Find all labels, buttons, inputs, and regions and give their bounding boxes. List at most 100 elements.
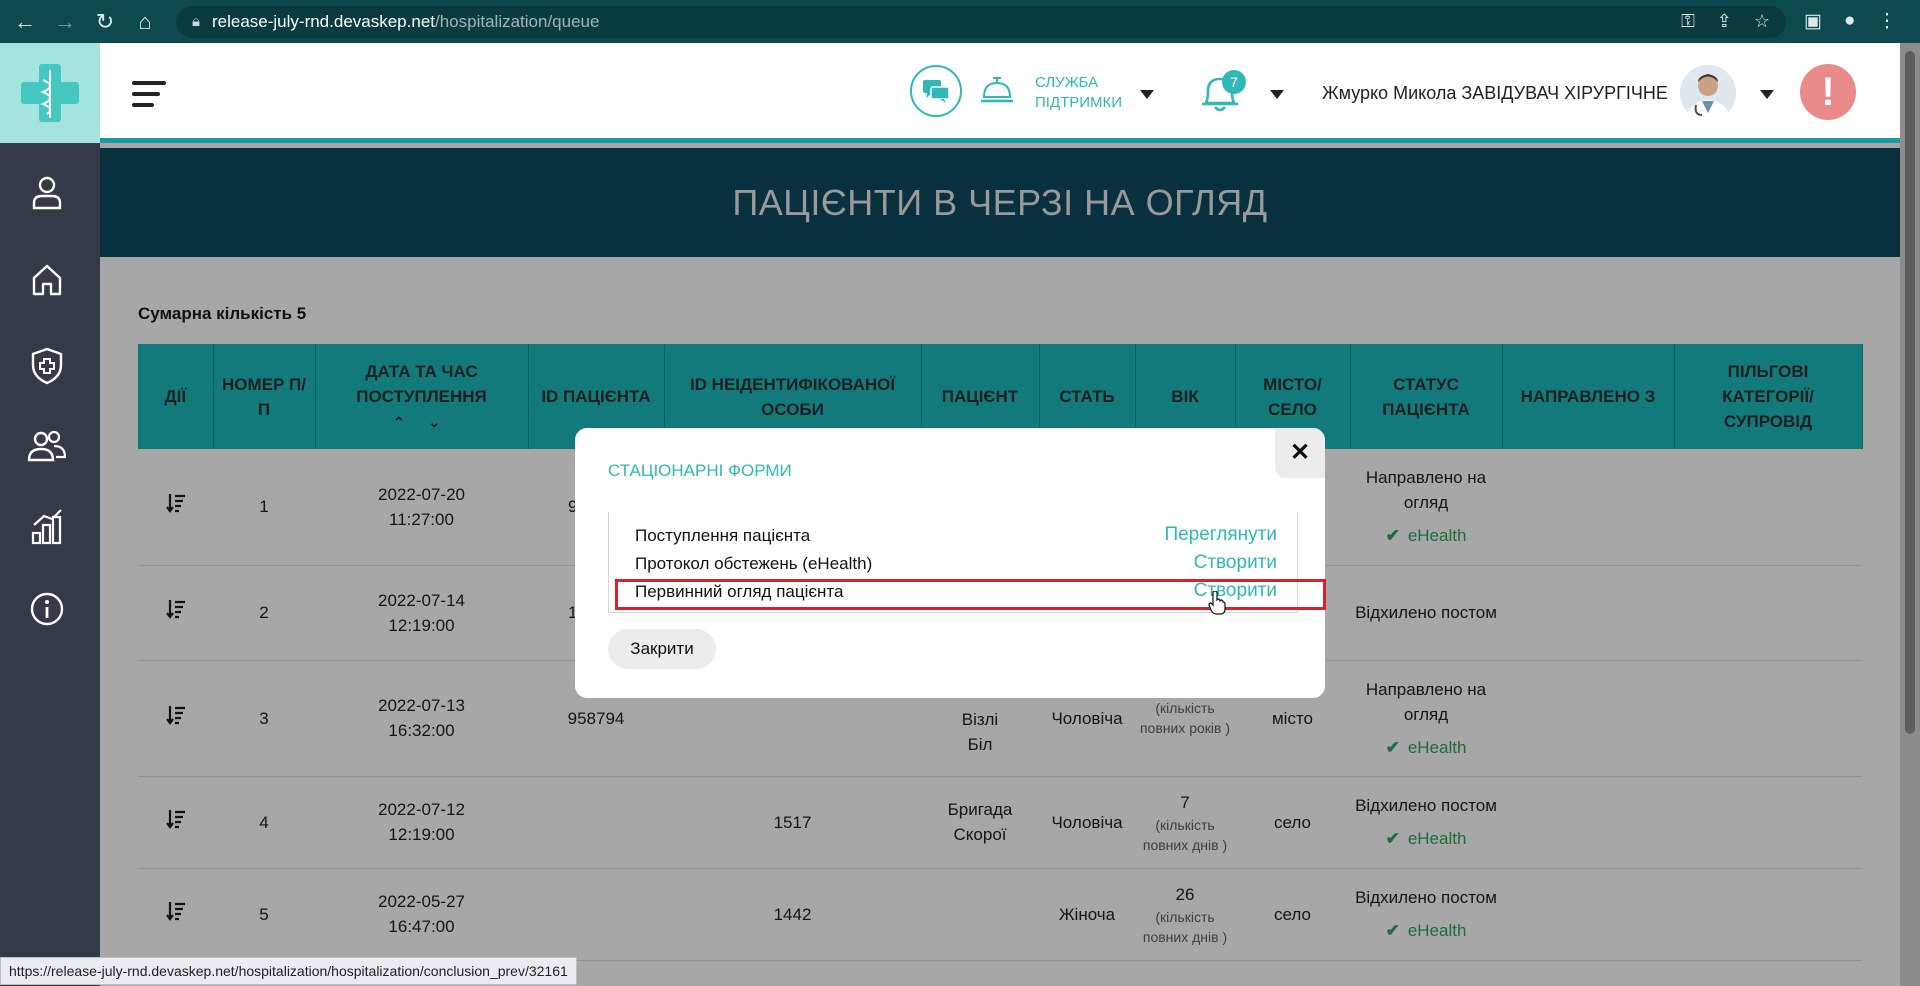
cell-benefits [1674, 868, 1862, 961]
cell-status: Відхилено постом [1350, 565, 1502, 661]
cell-number: 1 [213, 449, 315, 566]
cell-place: село [1235, 868, 1350, 961]
cell-patient-id [528, 776, 664, 869]
modal-close-icon[interactable]: ✕ [1275, 428, 1325, 478]
page-banner: ПАЦІЄНТИ В ЧЕРЗІ НА ОГЛЯД [100, 148, 1900, 257]
cell-date: 2022-07-12 12:19:00 [315, 776, 528, 869]
sidebar-item-info[interactable] [22, 584, 72, 634]
url-path: /hospitalization/queue [435, 11, 600, 31]
sidebar-item-insurance[interactable] [22, 341, 72, 391]
cell-unidentified-id: 1517 [664, 776, 921, 869]
sidebar [0, 143, 100, 986]
row-actions-icon[interactable] [138, 776, 213, 869]
sidebar-item-statistics[interactable] [22, 501, 72, 551]
sidebar-item-profile[interactable] [22, 168, 72, 218]
row-actions-icon[interactable] [138, 660, 213, 777]
user-icon [32, 176, 62, 210]
col-header-referred-from: НАПРАВЛЕНО З [1502, 344, 1675, 449]
alert-button[interactable]: ! [1800, 64, 1856, 120]
cell-benefits [1674, 776, 1862, 869]
home-icon[interactable]: ⌂ [134, 9, 156, 35]
view-admission-link[interactable]: Переглянути [1164, 524, 1277, 546]
modal-title: СТАЦІОНАРНІ ФОРМИ [608, 461, 792, 480]
cell-status: Направлено на огляд ✔ eHealth [1350, 449, 1502, 566]
cell-referred-from [1502, 660, 1674, 777]
support-label[interactable]: СЛУЖБА ПІДТРИМКИ [1035, 73, 1135, 113]
cell-patient: Бригада Скорої [921, 776, 1039, 869]
chat-button[interactable] [910, 65, 962, 117]
check-icon: ✔ [1385, 921, 1400, 940]
back-icon[interactable]: ← [14, 9, 36, 35]
address-bar[interactable]: 🔒︎ release-july-rnd.devaskep.net/hospita… [176, 5, 1786, 38]
support-bell-icon[interactable] [980, 75, 1014, 110]
scrollbar-thumb[interactable] [1905, 51, 1915, 734]
form-row-examinations: Протокол обстежень (eHealth) Створити [635, 552, 1277, 574]
ehealth-status: ✔ eHealth [1385, 921, 1467, 940]
cell-number: 2 [213, 565, 315, 661]
page-scrollbar[interactable] [1900, 43, 1920, 986]
table-row: 5 2022-05-27 16:47:00 1442 Жіноча 26 (кіль… [138, 868, 1862, 961]
reload-icon[interactable]: ↻ [94, 9, 116, 35]
menu-dots-icon[interactable]: ⋮ [1877, 10, 1896, 33]
cell-date: 2022-07-13 16:32:00 [315, 660, 528, 777]
home-icon [32, 264, 62, 296]
row-actions-icon[interactable] [138, 868, 213, 961]
cell-benefits [1674, 449, 1862, 566]
cell-unidentified-id: 1442 [664, 868, 921, 961]
patients-icon [27, 430, 67, 462]
info-icon [30, 592, 64, 626]
col-header-benefit-categories: ПІЛЬГОВІ КАТЕГОРІЇ/ СУПРОВІД [1674, 344, 1863, 449]
cell-date: 2022-05-27 16:47:00 [315, 868, 528, 961]
cell-status: Відхилено постом ✔ eHealth [1350, 868, 1502, 961]
col-header-date[interactable]: ДАТА ТА ЧАС ПОСТУПЛЕННЯ ⌃ ⌄ [315, 344, 529, 449]
chat-icon [923, 80, 950, 103]
cell-benefits [1674, 565, 1862, 661]
sidepanel-icon[interactable]: ▣ [1804, 10, 1822, 33]
cell-age: 26 (кількість повних днів ) [1135, 868, 1235, 961]
browser-toolbar: ← → ↻ ⌂ 🔒︎ release-july-rnd.devaskep.net… [0, 0, 1920, 43]
cell-benefits [1674, 660, 1862, 777]
profile-icon[interactable]: ● [1844, 10, 1855, 33]
page-title: ПАЦІЄНТИ В ЧЕРЗІ НА ОГЛЯД [732, 181, 1268, 223]
cell-age: 7 (кількість повних днів ) [1135, 776, 1235, 869]
cell-status: Направлено на огляд ✔ eHealth [1350, 660, 1502, 777]
sidebar-item-patients[interactable] [22, 421, 72, 471]
status-bar-url: https://release-july-rnd.devaskep.net/ho… [0, 957, 577, 985]
cell-number: 5 [213, 868, 315, 961]
medical-cross-logo-icon [21, 64, 79, 122]
check-icon: ✔ [1385, 737, 1400, 757]
key-icon[interactable]: ⚿ [1681, 11, 1695, 32]
forward-icon[interactable]: → [54, 9, 76, 35]
form-row-admission: Поступлення пацієнта Переглянути [635, 524, 1277, 546]
cell-sex: Чоловіча [1039, 776, 1135, 869]
user-name[interactable]: Жмурко Микола ЗАВІДУВАЧ ХІРУРГІЧНЕ [1322, 83, 1668, 104]
cell-status: Відхилено постом ✔ eHealth [1350, 776, 1502, 869]
cell-date: 2022-07-14 12:19:00 [315, 565, 528, 661]
cell-referred-from [1502, 776, 1674, 869]
sort-arrows-icon[interactable]: ⌃ ⌄ [393, 414, 450, 430]
stationary-forms-modal: СТАЦІОНАРНІ ФОРМИ ✕ Поступлення пацієнта… [575, 428, 1326, 698]
cell-referred-from [1502, 868, 1674, 961]
avatar[interactable] [1680, 65, 1736, 121]
table-row: 4 2022-07-12 12:19:00 1517 Бригада Скорої … [138, 776, 1862, 869]
hamburger-menu-icon[interactable] [132, 81, 166, 114]
total-count: Сумарна кількість 5 [138, 304, 307, 323]
user-dropdown-caret-icon[interactable] [1760, 90, 1774, 99]
row-actions-icon[interactable] [138, 449, 213, 566]
col-header-actions: ДІЇ [138, 344, 214, 449]
hand-cursor-icon [1208, 590, 1226, 620]
col-header-number: НОМЕР П/П [213, 344, 316, 449]
support-dropdown-caret-icon[interactable] [1140, 90, 1154, 99]
row-actions-icon[interactable] [138, 565, 213, 661]
sidebar-item-home[interactable] [22, 255, 72, 305]
close-button[interactable]: Закрити [608, 629, 716, 669]
notification-count-badge: 7 [1222, 70, 1246, 94]
share-icon[interactable]: ⇪ [1717, 11, 1732, 32]
star-icon[interactable]: ☆ [1754, 11, 1770, 32]
app-logo[interactable] [0, 43, 100, 143]
create-examinations-link[interactable]: Створити [1194, 552, 1277, 574]
cell-referred-from [1502, 449, 1674, 566]
col-header-status: СТАТУС ПАЦІЄНТА [1350, 344, 1503, 449]
ehealth-status: ✔ eHealth [1385, 829, 1467, 848]
notifications-dropdown-caret-icon[interactable] [1270, 90, 1284, 99]
